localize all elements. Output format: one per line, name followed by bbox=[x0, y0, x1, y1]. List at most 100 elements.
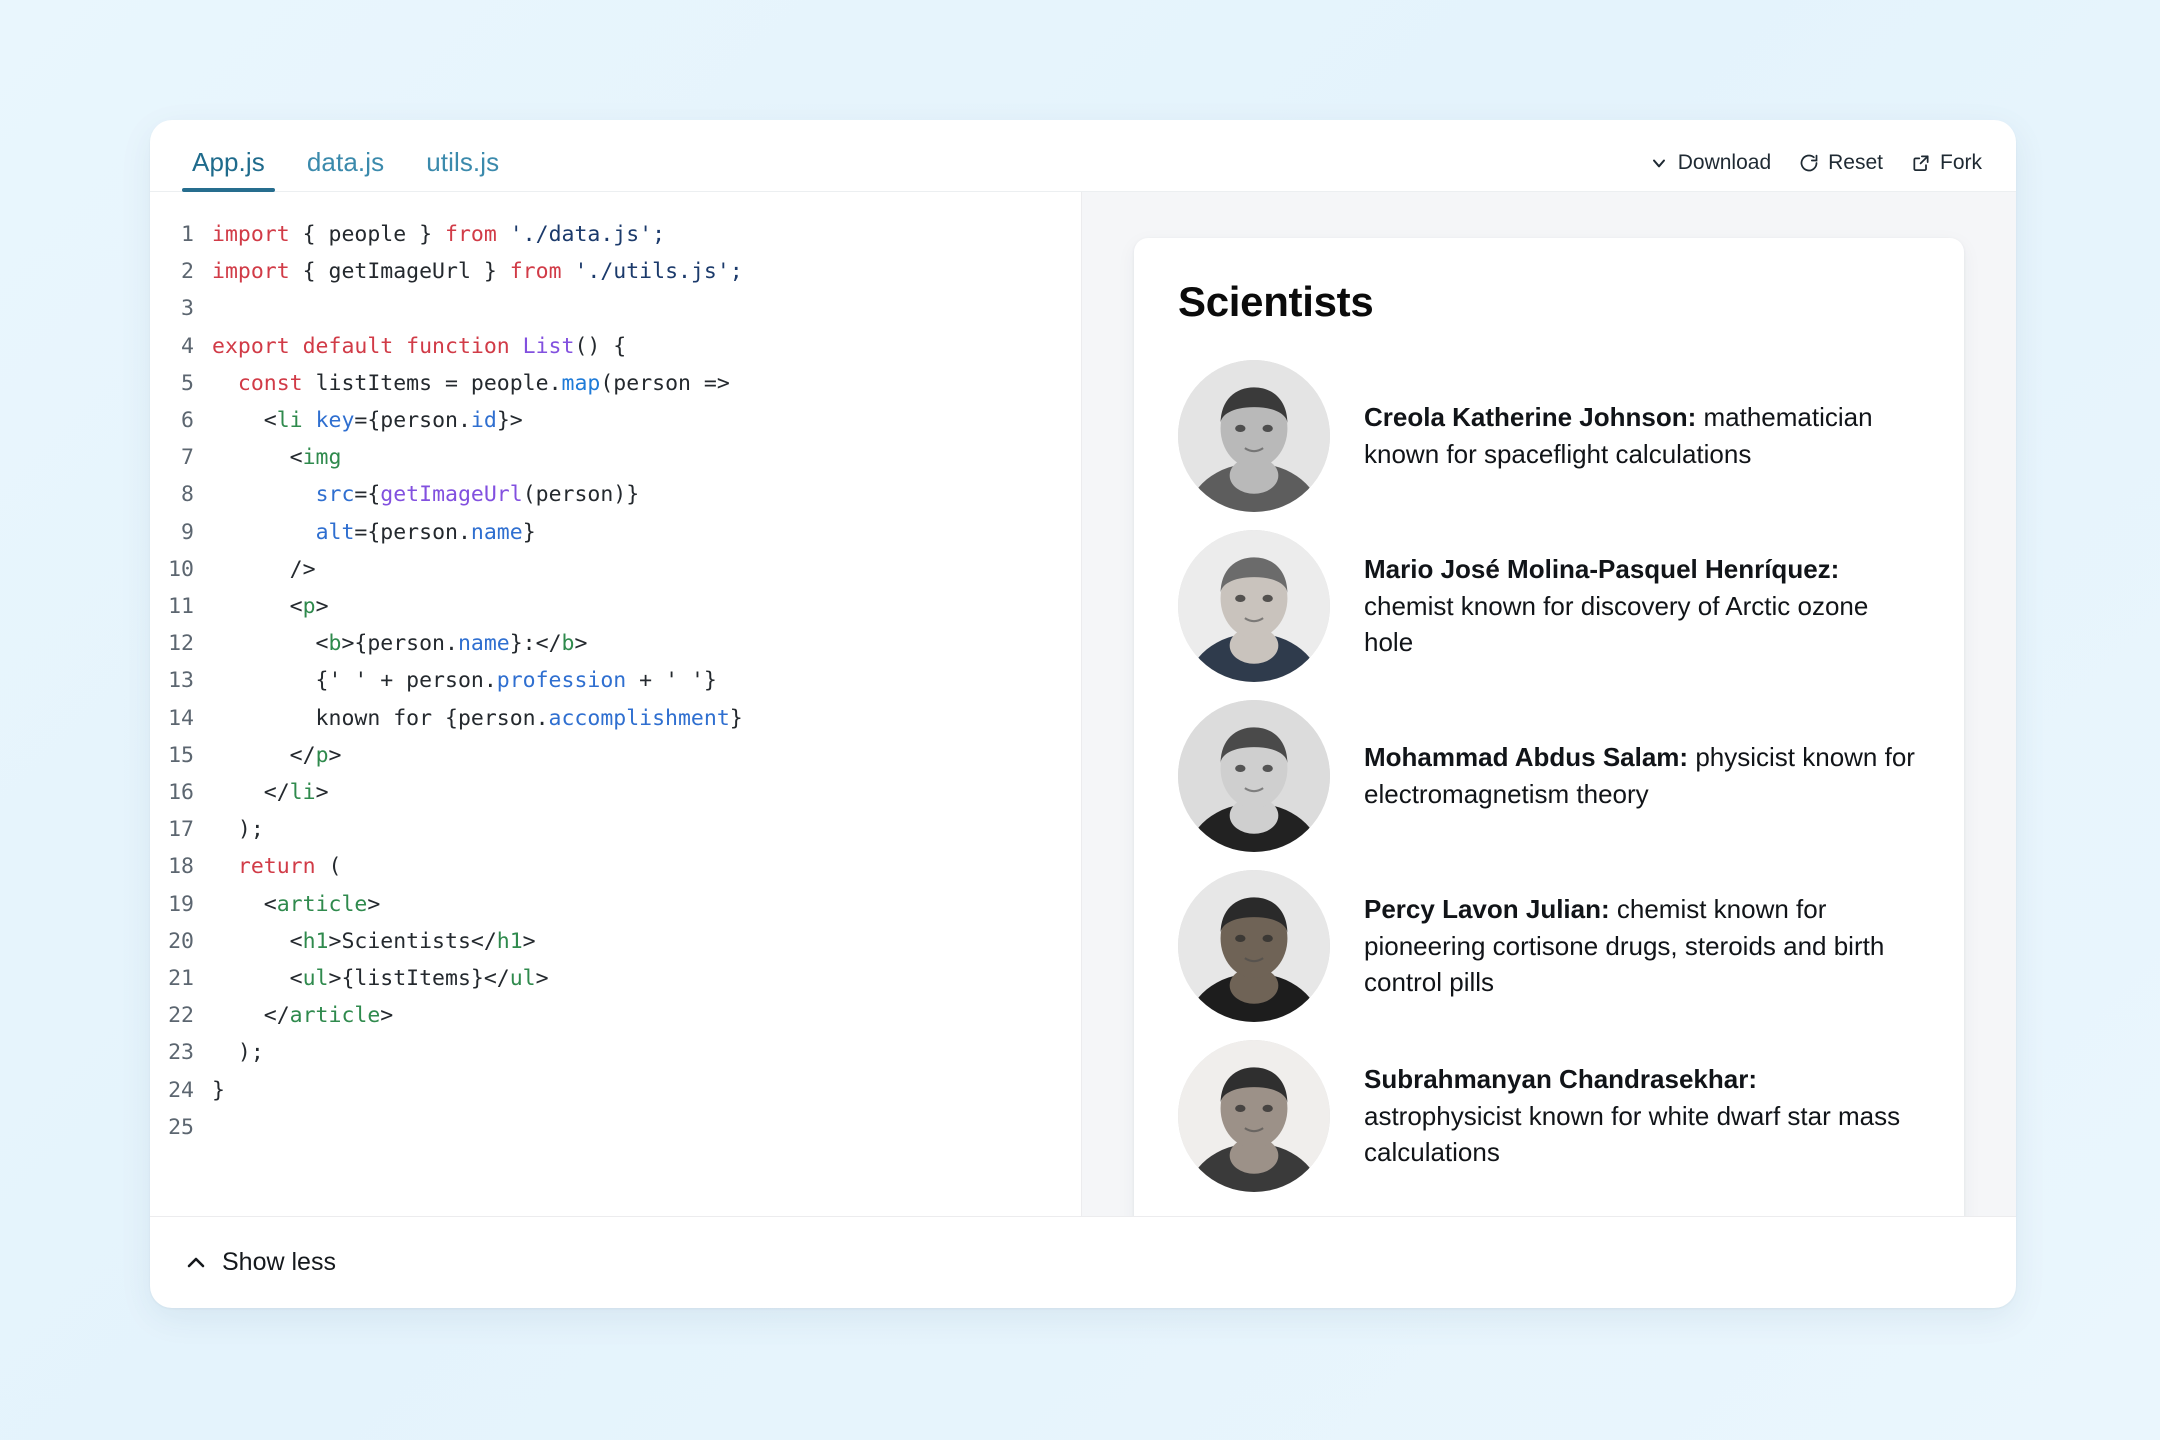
line-number: 11 bbox=[168, 594, 194, 620]
code-token: > bbox=[535, 966, 549, 992]
code-token: > bbox=[522, 928, 536, 954]
code-token: (person => bbox=[600, 370, 730, 396]
line-source: </article> bbox=[212, 997, 393, 1034]
code-line: 7 <img bbox=[150, 439, 1081, 476]
code-token: () { bbox=[574, 333, 627, 359]
code-line: 5 const listItems = people.map(person => bbox=[150, 365, 1081, 402]
line-number: 23 bbox=[168, 1040, 194, 1066]
code-token: map bbox=[561, 370, 601, 396]
file-tab-data-js[interactable]: data.js bbox=[297, 149, 394, 191]
line-source: /> bbox=[212, 551, 316, 588]
line-number: 6 bbox=[181, 408, 194, 434]
line-number: 21 bbox=[168, 966, 194, 992]
preview-heading: Scientists bbox=[1178, 278, 1374, 325]
line-source: {' ' + person.profession + ' '} bbox=[212, 662, 717, 699]
code-line: 9 alt={person.name} bbox=[150, 514, 1081, 551]
scientist-description: Mohammad Abdus Salam: physicist known fo… bbox=[1364, 739, 1920, 813]
line-source: const listItems = people.map(person => bbox=[212, 365, 730, 402]
line-source: ); bbox=[212, 811, 264, 848]
code-token: } bbox=[729, 705, 743, 731]
code-token: >{listItems}</ bbox=[328, 966, 510, 992]
show-less-button[interactable]: Show less bbox=[184, 1248, 336, 1277]
code-token: from bbox=[509, 259, 562, 285]
line-number: 12 bbox=[168, 631, 194, 657]
line-number: 9 bbox=[181, 519, 194, 545]
line-number: 2 bbox=[181, 259, 194, 285]
code-token: profession bbox=[496, 668, 627, 694]
code-line: 25 bbox=[150, 1109, 1081, 1146]
code-token: ={ bbox=[354, 482, 381, 508]
code-token: > bbox=[574, 631, 588, 657]
code-line: 19 <article> bbox=[150, 886, 1081, 923]
line-source: } bbox=[212, 1072, 225, 1109]
line-source: import { getImageUrl } from './utils.js'… bbox=[212, 253, 743, 290]
code-lines[interactable]: 1 import { people } from './data.js'; 2 imp… bbox=[150, 216, 1081, 1146]
line-source: ); bbox=[212, 1034, 264, 1071]
line-source: <p> bbox=[212, 588, 329, 625]
portrait-subrahmanyan-chandrasekhar bbox=[1178, 1040, 1330, 1192]
code-token: article bbox=[276, 891, 368, 917]
code-token: < bbox=[212, 445, 303, 471]
line-source: <b>{person.name}:</b> bbox=[212, 625, 588, 662]
code-line: 22 </article> bbox=[150, 997, 1081, 1034]
code-token: ( bbox=[315, 854, 342, 880]
code-token: < bbox=[212, 408, 277, 434]
preview-card: Scientists Creola Katherine Johnson: mat… bbox=[1134, 238, 1964, 1216]
line-number: 1 bbox=[181, 222, 194, 247]
code-line: 8 src={getImageUrl(person)} bbox=[150, 476, 1081, 513]
line-source: <img bbox=[212, 439, 342, 476]
download-button[interactable]: Download bbox=[1649, 151, 1771, 175]
code-token: } bbox=[522, 519, 536, 545]
scientist-list-item: Percy Lavon Julian: chemist known for pi… bbox=[1178, 862, 1920, 1032]
line-number: 13 bbox=[168, 668, 194, 694]
line-number: 24 bbox=[168, 1077, 194, 1103]
code-token: id bbox=[470, 408, 497, 434]
scientist-description: Creola Katherine Johnson: mathematician … bbox=[1364, 399, 1920, 473]
code-token: < bbox=[212, 891, 277, 917]
code-token: ={person. bbox=[354, 519, 471, 545]
code-token: >{person. bbox=[341, 631, 458, 657]
code-line: 15 </p> bbox=[150, 737, 1081, 774]
fork-button[interactable]: Fork bbox=[1911, 151, 1982, 175]
code-line: 13 {' ' + person.profession + ' '} bbox=[150, 662, 1081, 699]
line-source: alt={person.name} bbox=[212, 514, 536, 551]
chevron-down-icon bbox=[1649, 153, 1669, 173]
line-number: 7 bbox=[181, 445, 194, 471]
scientist-description: Subrahmanyan Chandrasekhar: astrophysici… bbox=[1364, 1061, 1920, 1172]
code-editor-pane[interactable]: 1 import { people } from './data.js'; 2 imp… bbox=[150, 192, 1082, 1216]
code-line: 2 import { getImageUrl } from './utils.js… bbox=[150, 253, 1081, 290]
code-token: ul bbox=[509, 966, 536, 992]
code-token: { people } bbox=[289, 222, 446, 247]
code-token: name bbox=[470, 519, 523, 545]
code-line: 20 <h1>Scientists</h1> bbox=[150, 923, 1081, 960]
code-line: 18 return ( bbox=[150, 848, 1081, 885]
code-line: 16 </li> bbox=[150, 774, 1081, 811]
code-token: </ bbox=[212, 1003, 290, 1029]
editor-footer: Show less bbox=[150, 1216, 2016, 1308]
scientist-name: Creola Katherine Johnson: bbox=[1364, 402, 1697, 433]
code-line: 12 <b>{person.name}:</b> bbox=[150, 625, 1081, 662]
code-line: 4 export default function List() { bbox=[150, 328, 1081, 365]
code-token: listItems = people. bbox=[302, 370, 562, 396]
code-token: name bbox=[457, 631, 510, 657]
file-tab-app-js[interactable]: App.js bbox=[182, 149, 275, 192]
line-number: 5 bbox=[181, 370, 194, 396]
code-line: 10 /> bbox=[150, 551, 1081, 588]
scientist-description: Mario José Molina-Pasquel Henríquez: che… bbox=[1364, 551, 1920, 662]
line-number: 10 bbox=[168, 556, 194, 582]
code-line: 14 known for {person.accomplishment} bbox=[150, 700, 1081, 737]
scientist-name: Percy Lavon Julian: bbox=[1364, 893, 1610, 924]
code-line: 11 <p> bbox=[150, 588, 1081, 625]
reset-button[interactable]: Reset bbox=[1799, 151, 1883, 175]
file-tab-utils-js[interactable]: utils.js bbox=[416, 149, 509, 191]
line-source: <li key={person.id}> bbox=[212, 402, 523, 439]
line-number: 14 bbox=[168, 705, 194, 731]
line-source: </li> bbox=[212, 774, 329, 811]
fork-label: Fork bbox=[1940, 151, 1982, 174]
code-token: ); bbox=[212, 817, 264, 843]
line-source: return ( bbox=[212, 848, 342, 885]
line-source: known for {person.accomplishment} bbox=[212, 700, 743, 737]
